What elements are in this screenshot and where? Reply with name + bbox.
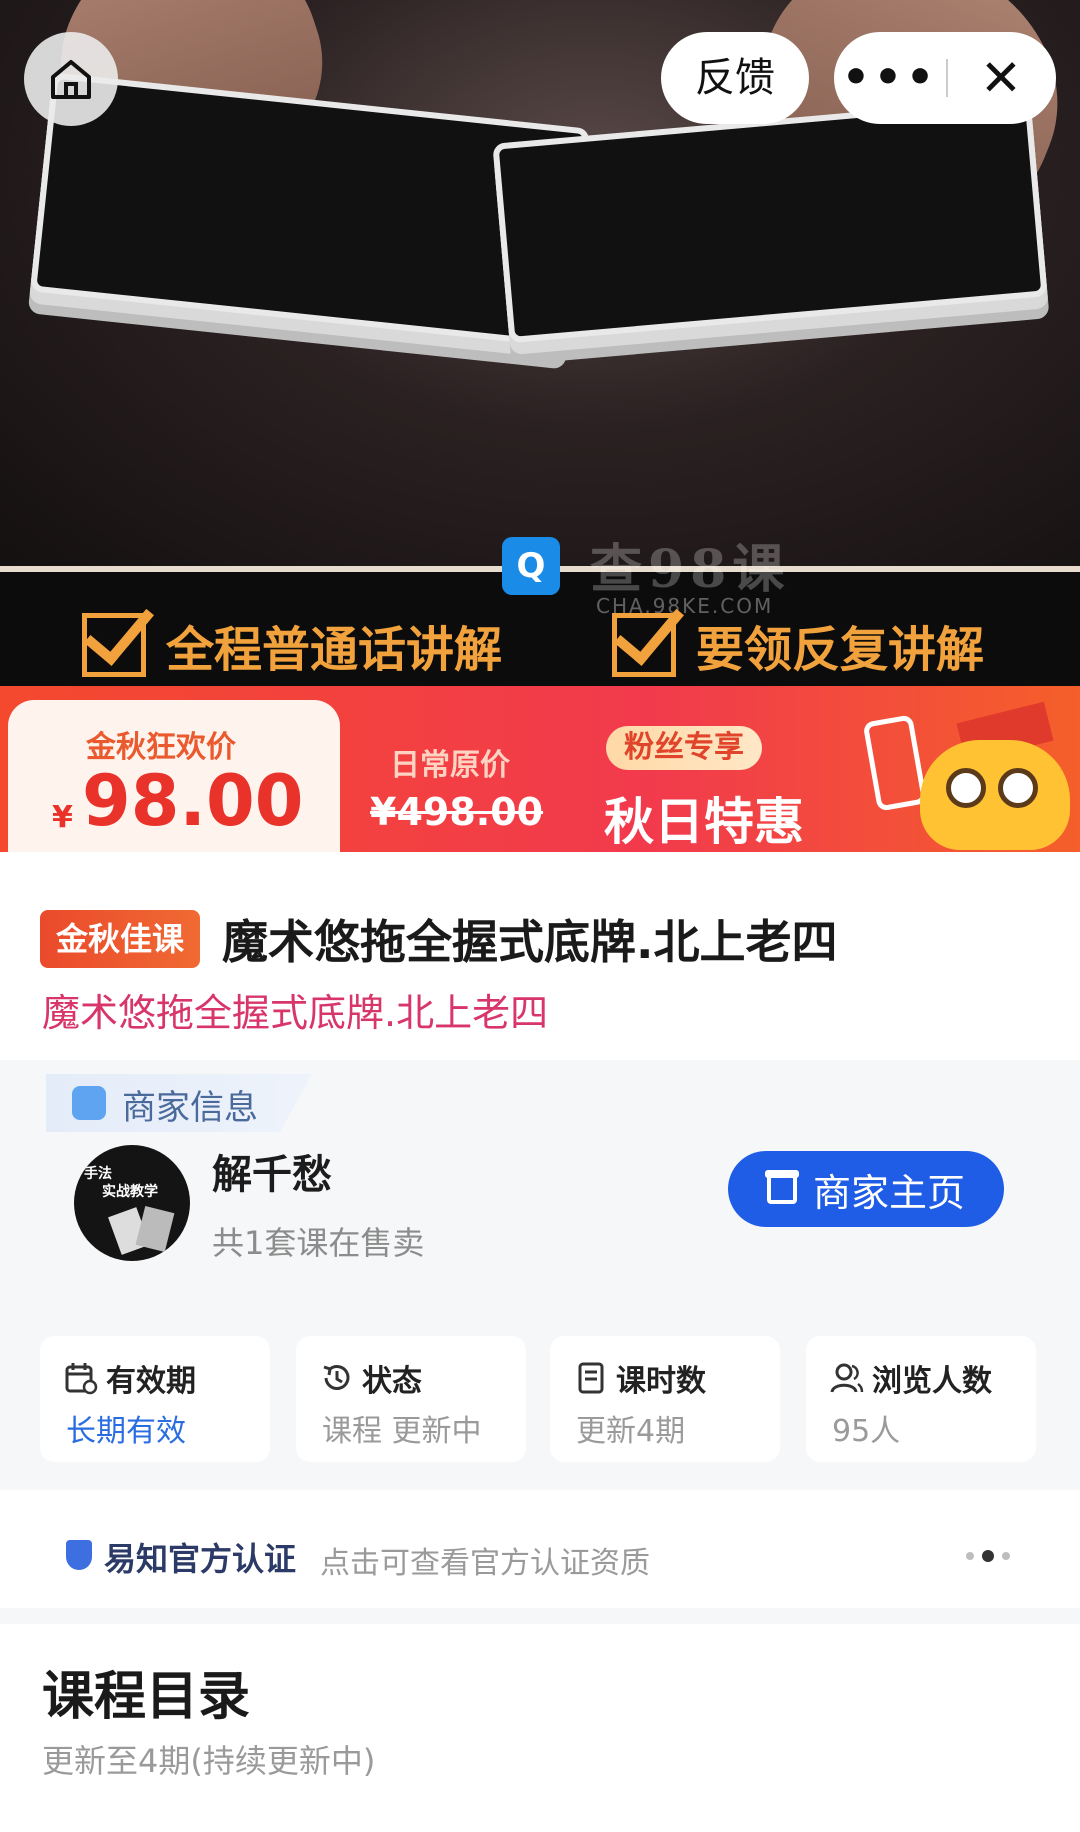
avatar-text: 手法 <box>84 1166 112 1182</box>
merchant-home-button[interactable]: 商家主页 <box>728 1151 1004 1227</box>
stat-label: 有效期 <box>106 1364 196 1399</box>
stat-label: 课时数 <box>616 1364 706 1399</box>
stat-header: 有效期 <box>64 1356 196 1400</box>
catalog-title: 课程目录 <box>42 1667 251 1727</box>
calendar-icon <box>65 1363 98 1395</box>
catalog-subtitle: 更新至4期(持续更新中) <box>42 1742 376 1780</box>
section-gap <box>0 1608 1080 1624</box>
currency-symbol: ¥ <box>52 800 73 835</box>
stat-card-status: 状态 课程 更新中 <box>296 1336 526 1462</box>
feedback-button[interactable]: 反馈 <box>661 32 809 124</box>
feature-item: 要领反复讲解 <box>612 610 984 680</box>
mini-program-capsule: ••• ✕ <box>834 32 1056 124</box>
stat-value: 更新4期 <box>576 1414 686 1449</box>
sale-price: 98.00 <box>82 760 304 842</box>
playing-card-image <box>135 1205 175 1253</box>
shop-icon <box>72 1086 106 1120</box>
fans-exclusive-badge: 粉丝专享 <box>606 726 762 770</box>
document-icon <box>578 1362 604 1394</box>
promo-text: 秋日特惠 <box>604 793 804 851</box>
store-icon <box>764 1170 799 1204</box>
course-title: 魔术悠拖全握式底牌.北上老四 <box>222 915 838 969</box>
merchant-course-count: 共1套课在售卖 <box>212 1224 425 1262</box>
feature-item: 全程普通话讲解 <box>82 610 502 680</box>
certification-brand: 易知官方认证 <box>104 1540 297 1578</box>
certification-description[interactable]: 点击可查看官方认证资质 <box>320 1538 650 1582</box>
people-icon <box>830 1363 864 1393</box>
merchant-avatar[interactable]: 手法 实战教学 <box>74 1145 190 1261</box>
mascot-eye <box>998 768 1038 808</box>
stat-card-views: 浏览人数 95人 <box>806 1336 1036 1462</box>
close-button[interactable]: ✕ <box>948 32 1054 124</box>
stat-header: 浏览人数 <box>830 1356 992 1400</box>
merchant-section-label: 商家信息 <box>122 1088 258 1128</box>
merchant-home-label: 商家主页 <box>812 1170 965 1215</box>
more-button[interactable]: ••• <box>834 32 946 124</box>
carousel-indicator <box>966 1550 1010 1562</box>
history-icon <box>323 1365 350 1390</box>
indicator-dot-active <box>982 1550 994 1562</box>
avatar-text: 实战教学 <box>102 1184 158 1200</box>
stat-card-validity: 有效期 长期有效 <box>40 1336 270 1462</box>
stat-value: 95人 <box>832 1414 901 1449</box>
checkbox-icon <box>82 613 146 677</box>
home-icon <box>51 60 91 99</box>
stat-header: 课时数 <box>574 1356 706 1400</box>
mascot-icon <box>920 740 1070 850</box>
home-button[interactable] <box>24 32 118 126</box>
course-tag: 金秋佳课 <box>40 910 201 968</box>
mascot-eye <box>946 768 986 808</box>
feature-label: 要领反复讲解 <box>696 622 985 678</box>
stat-card-lessons: 课时数 更新4期 <box>550 1336 780 1462</box>
stat-header: 状态 <box>320 1356 422 1400</box>
watermark-logo-icon: Q <box>502 537 560 595</box>
original-price-label: 日常原价 <box>390 748 510 783</box>
original-price: ¥498.00 <box>370 790 544 834</box>
course-subtitle: 魔术悠拖全握式底牌.北上老四 <box>42 991 549 1035</box>
watermark-text: 查98课 <box>590 539 791 600</box>
merchant-name[interactable]: 解千愁 <box>212 1142 332 1200</box>
stat-label: 状态 <box>362 1364 422 1399</box>
indicator-dot <box>1002 1552 1010 1560</box>
checkbox-icon <box>612 613 676 677</box>
shield-check-icon <box>66 1540 92 1570</box>
stat-value: 课程 更新中 <box>322 1414 482 1449</box>
stat-label: 浏览人数 <box>872 1364 992 1399</box>
indicator-dot <box>966 1552 974 1560</box>
stat-value: 长期有效 <box>66 1414 186 1449</box>
feature-label: 全程普通话讲解 <box>166 622 503 678</box>
